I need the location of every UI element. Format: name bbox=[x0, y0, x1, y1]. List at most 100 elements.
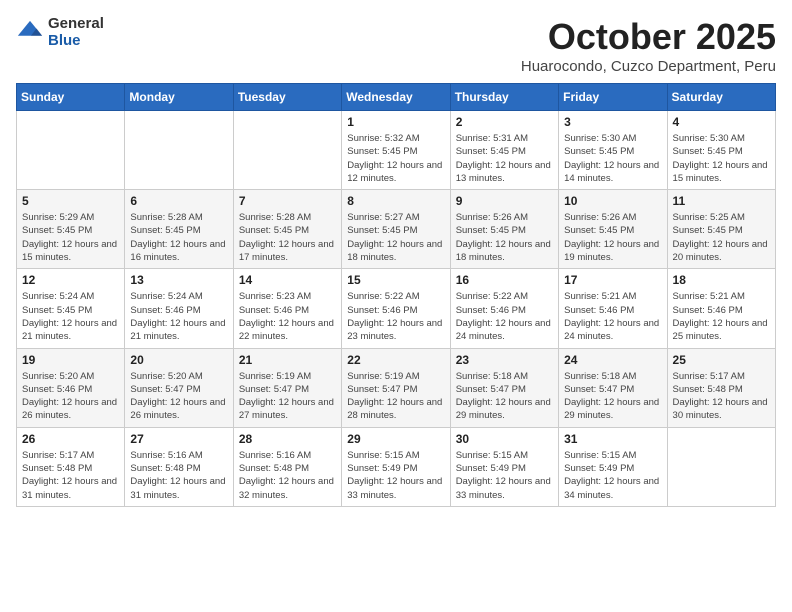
day-number: 20 bbox=[130, 353, 227, 367]
week-row-2: 12Sunrise: 5:24 AMSunset: 5:45 PMDayligh… bbox=[17, 269, 776, 348]
day-number: 23 bbox=[456, 353, 553, 367]
day-cell bbox=[667, 427, 775, 506]
day-cell bbox=[233, 111, 341, 190]
day-number: 3 bbox=[564, 115, 661, 129]
day-detail: Sunrise: 5:20 AMSunset: 5:47 PMDaylight:… bbox=[130, 370, 227, 423]
day-cell: 29Sunrise: 5:15 AMSunset: 5:49 PMDayligh… bbox=[342, 427, 450, 506]
day-number: 9 bbox=[456, 194, 553, 208]
day-cell: 25 Sunrise: 5:17 AMSunset: 5:48 PMDayligh… bbox=[667, 348, 775, 427]
day-number: 31 bbox=[564, 432, 661, 446]
header-row: SundayMondayTuesdayWednesdayThursdayFrid… bbox=[17, 84, 776, 111]
day-cell: 3 Sunrise: 5:30 AMSunset: 5:45 PMDaylight… bbox=[559, 111, 667, 190]
day-cell: 17Sunrise: 5:21 AMSunset: 5:46 PMDayligh… bbox=[559, 269, 667, 348]
day-cell: 14 Sunrise: 5:23 AMSunset: 5:46 PMDayligh… bbox=[233, 269, 341, 348]
day-number: 2 bbox=[456, 115, 553, 129]
logo-icon bbox=[16, 19, 44, 47]
day-cell bbox=[125, 111, 233, 190]
day-number: 13 bbox=[130, 273, 227, 287]
day-cell: 26Sunrise: 5:17 AMSunset: 5:48 PMDayligh… bbox=[17, 427, 125, 506]
day-cell: 11Sunrise: 5:25 AMSunset: 5:45 PMDayligh… bbox=[667, 190, 775, 269]
day-cell: 5 Sunrise: 5:29 AMSunset: 5:45 PMDaylight… bbox=[17, 190, 125, 269]
day-detail: Sunrise: 5:30 AMSunset: 5:45 PMDaylight:… bbox=[673, 132, 770, 185]
day-detail: Sunrise: 5:15 AMSunset: 5:49 PMDaylight:… bbox=[564, 449, 661, 502]
header-tuesday: Tuesday bbox=[233, 84, 341, 111]
day-cell: 2 Sunrise: 5:31 AMSunset: 5:45 PMDaylight… bbox=[450, 111, 558, 190]
day-cell: 9 Sunrise: 5:26 AMSunset: 5:45 PMDaylight… bbox=[450, 190, 558, 269]
title-area: October 2025 Huarocondo, Cuzco Departmen… bbox=[521, 16, 776, 75]
logo-general-label: General bbox=[48, 16, 104, 33]
day-detail: Sunrise: 5:31 AMSunset: 5:45 PMDaylight:… bbox=[456, 132, 553, 185]
calendar-table: SundayMondayTuesdayWednesdayThursdayFrid… bbox=[16, 83, 776, 507]
day-detail: Sunrise: 5:23 AMSunset: 5:46 PMDaylight:… bbox=[239, 290, 336, 343]
day-cell: 12Sunrise: 5:24 AMSunset: 5:45 PMDayligh… bbox=[17, 269, 125, 348]
day-cell: 31 Sunrise: 5:15 AMSunset: 5:49 PMDayligh… bbox=[559, 427, 667, 506]
day-number: 27 bbox=[130, 432, 227, 446]
day-cell: 22 Sunrise: 5:19 AMSunset: 5:47 PMDayligh… bbox=[342, 348, 450, 427]
day-cell bbox=[17, 111, 125, 190]
day-number: 5 bbox=[22, 194, 119, 208]
location-title: Huarocondo, Cuzco Department, Peru bbox=[521, 58, 776, 75]
day-cell: 8 Sunrise: 5:27 AMSunset: 5:45 PMDaylight… bbox=[342, 190, 450, 269]
day-detail: Sunrise: 5:18 AMSunset: 5:47 PMDaylight:… bbox=[564, 370, 661, 423]
header: General Blue October 2025 Huarocondo, Cu… bbox=[16, 16, 776, 75]
header-monday: Monday bbox=[125, 84, 233, 111]
day-number: 19 bbox=[22, 353, 119, 367]
week-row-3: 19 Sunrise: 5:20 AMSunset: 5:46 PMDayligh… bbox=[17, 348, 776, 427]
day-detail: Sunrise: 5:15 AMSunset: 5:49 PMDaylight:… bbox=[456, 449, 553, 502]
day-cell: 19 Sunrise: 5:20 AMSunset: 5:46 PMDayligh… bbox=[17, 348, 125, 427]
week-row-4: 26Sunrise: 5:17 AMSunset: 5:48 PMDayligh… bbox=[17, 427, 776, 506]
day-detail: Sunrise: 5:22 AMSunset: 5:46 PMDaylight:… bbox=[347, 290, 444, 343]
day-number: 22 bbox=[347, 353, 444, 367]
day-number: 7 bbox=[239, 194, 336, 208]
logo-text: General Blue bbox=[48, 16, 104, 49]
day-detail: Sunrise: 5:32 AMSunset: 5:45 PMDaylight:… bbox=[347, 132, 444, 185]
day-number: 17 bbox=[564, 273, 661, 287]
day-number: 28 bbox=[239, 432, 336, 446]
day-number: 24 bbox=[564, 353, 661, 367]
day-number: 14 bbox=[239, 273, 336, 287]
day-detail: Sunrise: 5:19 AMSunset: 5:47 PMDaylight:… bbox=[347, 370, 444, 423]
logo-blue-label: Blue bbox=[48, 33, 104, 50]
day-cell: 15Sunrise: 5:22 AMSunset: 5:46 PMDayligh… bbox=[342, 269, 450, 348]
day-number: 1 bbox=[347, 115, 444, 129]
header-saturday: Saturday bbox=[667, 84, 775, 111]
header-thursday: Thursday bbox=[450, 84, 558, 111]
day-number: 18 bbox=[673, 273, 770, 287]
day-number: 8 bbox=[347, 194, 444, 208]
day-detail: Sunrise: 5:26 AMSunset: 5:45 PMDaylight:… bbox=[564, 211, 661, 264]
day-number: 25 bbox=[673, 353, 770, 367]
day-detail: Sunrise: 5:26 AMSunset: 5:45 PMDaylight:… bbox=[456, 211, 553, 264]
day-cell: 4Sunrise: 5:30 AMSunset: 5:45 PMDaylight… bbox=[667, 111, 775, 190]
day-number: 10 bbox=[564, 194, 661, 208]
day-detail: Sunrise: 5:22 AMSunset: 5:46 PMDaylight:… bbox=[456, 290, 553, 343]
day-detail: Sunrise: 5:16 AMSunset: 5:48 PMDaylight:… bbox=[239, 449, 336, 502]
day-detail: Sunrise: 5:21 AMSunset: 5:46 PMDaylight:… bbox=[673, 290, 770, 343]
day-cell: 23Sunrise: 5:18 AMSunset: 5:47 PMDayligh… bbox=[450, 348, 558, 427]
day-detail: Sunrise: 5:17 AMSunset: 5:48 PMDaylight:… bbox=[22, 449, 119, 502]
day-detail: Sunrise: 5:28 AMSunset: 5:45 PMDaylight:… bbox=[239, 211, 336, 264]
day-detail: Sunrise: 5:24 AMSunset: 5:46 PMDaylight:… bbox=[130, 290, 227, 343]
day-cell: 30 Sunrise: 5:15 AMSunset: 5:49 PMDayligh… bbox=[450, 427, 558, 506]
day-cell: 27 Sunrise: 5:16 AMSunset: 5:48 PMDayligh… bbox=[125, 427, 233, 506]
month-title: October 2025 bbox=[521, 16, 776, 58]
day-detail: Sunrise: 5:20 AMSunset: 5:46 PMDaylight:… bbox=[22, 370, 119, 423]
day-number: 30 bbox=[456, 432, 553, 446]
day-number: 29 bbox=[347, 432, 444, 446]
day-number: 12 bbox=[22, 273, 119, 287]
day-cell: 10 Sunrise: 5:26 AMSunset: 5:45 PMDayligh… bbox=[559, 190, 667, 269]
day-detail: Sunrise: 5:17 AMSunset: 5:48 PMDaylight:… bbox=[673, 370, 770, 423]
day-cell: 13 Sunrise: 5:24 AMSunset: 5:46 PMDayligh… bbox=[125, 269, 233, 348]
day-number: 16 bbox=[456, 273, 553, 287]
day-cell: 18 Sunrise: 5:21 AMSunset: 5:46 PMDayligh… bbox=[667, 269, 775, 348]
day-detail: Sunrise: 5:29 AMSunset: 5:45 PMDaylight:… bbox=[22, 211, 119, 264]
header-sunday: Sunday bbox=[17, 84, 125, 111]
day-cell: 28 Sunrise: 5:16 AMSunset: 5:48 PMDayligh… bbox=[233, 427, 341, 506]
day-number: 6 bbox=[130, 194, 227, 208]
day-detail: Sunrise: 5:27 AMSunset: 5:45 PMDaylight:… bbox=[347, 211, 444, 264]
header-friday: Friday bbox=[559, 84, 667, 111]
week-row-0: 1 Sunrise: 5:32 AMSunset: 5:45 PMDaylight… bbox=[17, 111, 776, 190]
day-detail: Sunrise: 5:16 AMSunset: 5:48 PMDaylight:… bbox=[130, 449, 227, 502]
day-cell: 7 Sunrise: 5:28 AMSunset: 5:45 PMDaylight… bbox=[233, 190, 341, 269]
day-detail: Sunrise: 5:25 AMSunset: 5:45 PMDaylight:… bbox=[673, 211, 770, 264]
day-detail: Sunrise: 5:30 AMSunset: 5:45 PMDaylight:… bbox=[564, 132, 661, 185]
